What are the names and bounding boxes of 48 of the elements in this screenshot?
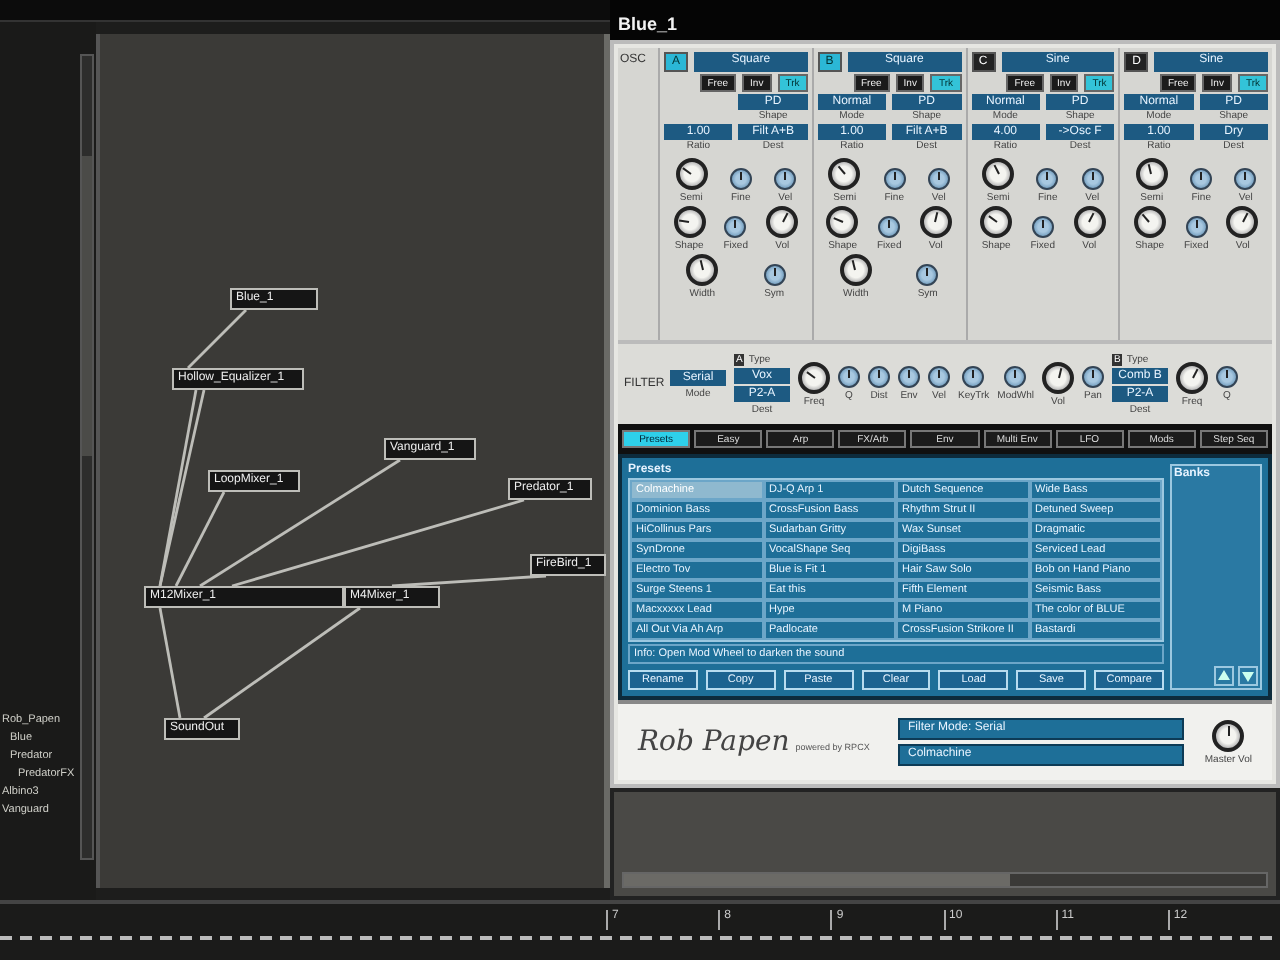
knob[interactable]: [673, 206, 706, 238]
logo: Rob Papen: [638, 726, 790, 758]
knob[interactable]: [919, 206, 952, 238]
connection-wire: [158, 607, 182, 719]
knob[interactable]: [962, 366, 985, 388]
knob[interactable]: [927, 168, 950, 190]
knob[interactable]: [1073, 206, 1106, 238]
knob[interactable]: [878, 216, 901, 238]
knob[interactable]: [1042, 361, 1074, 393]
knob[interactable]: [1082, 366, 1104, 388]
knob[interactable]: [774, 168, 797, 190]
window-title: Blue_1: [610, 0, 1280, 40]
knob[interactable]: [1234, 168, 1257, 190]
knob[interactable]: [982, 158, 1015, 190]
knob[interactable]: [898, 366, 920, 388]
knob[interactable]: [839, 254, 872, 286]
knob[interactable]: [1190, 168, 1213, 190]
knob[interactable]: [1135, 158, 1168, 190]
knob[interactable]: [980, 206, 1013, 238]
knob[interactable]: [1004, 366, 1027, 388]
connection-wire: [187, 309, 247, 369]
knob[interactable]: [686, 254, 719, 286]
knob[interactable]: [763, 264, 786, 286]
knob[interactable]: [928, 366, 950, 388]
scrollbar[interactable]: [622, 872, 1268, 888]
knob[interactable]: [675, 158, 708, 190]
knob[interactable]: [883, 168, 906, 190]
knob[interactable]: [826, 206, 859, 238]
knob[interactable]: [1036, 168, 1059, 190]
knob[interactable]: [798, 361, 830, 393]
knob[interactable]: [1185, 216, 1208, 238]
knob[interactable]: [1133, 206, 1166, 238]
knob[interactable]: [1176, 361, 1208, 393]
knob[interactable]: [1081, 168, 1104, 190]
knob[interactable]: [828, 158, 861, 190]
knob[interactable]: [916, 264, 939, 286]
knob[interactable]: [729, 168, 752, 190]
knob[interactable]: [766, 206, 799, 238]
master-knob[interactable]: [1212, 719, 1245, 751]
arrow-up-icon[interactable]: [1214, 666, 1234, 686]
knob[interactable]: [1031, 216, 1054, 238]
arrow-down-icon[interactable]: [1238, 666, 1258, 686]
knob[interactable]: [838, 366, 860, 388]
knob[interactable]: [1216, 366, 1238, 388]
scrollbar[interactable]: [80, 54, 94, 860]
knob[interactable]: [1226, 206, 1259, 238]
knob[interactable]: [724, 216, 747, 238]
knob[interactable]: [868, 366, 890, 388]
